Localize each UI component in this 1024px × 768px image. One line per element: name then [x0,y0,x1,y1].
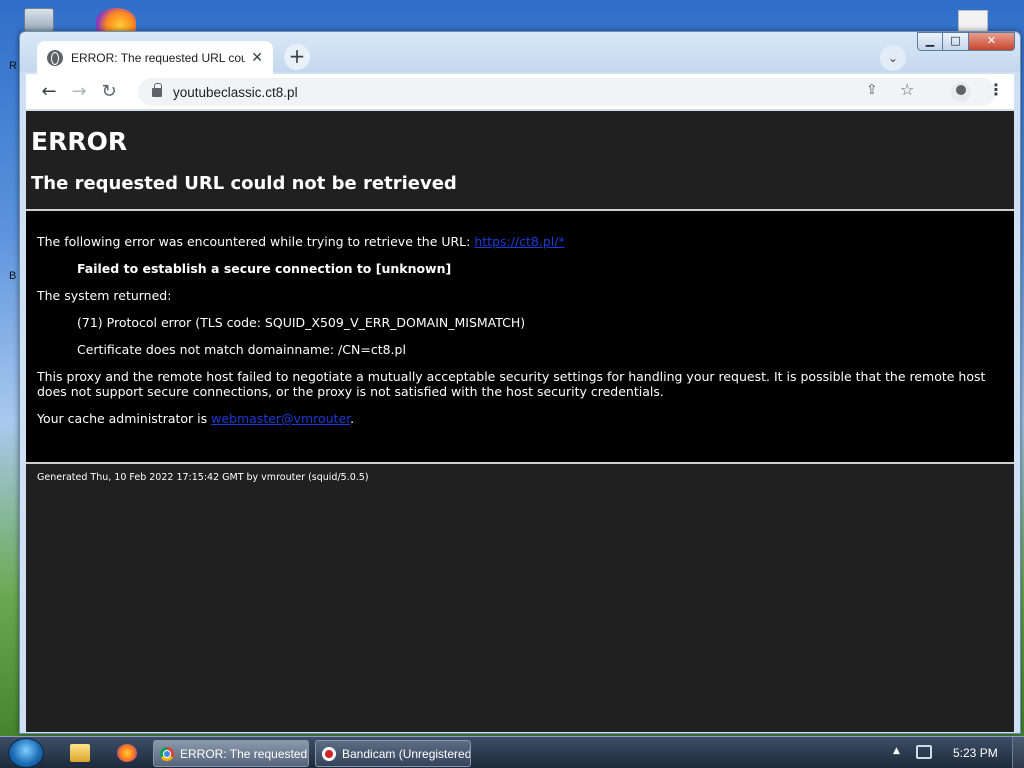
system-returned-label: The system returned: [37,288,172,303]
taskbar-item-chrome[interactable]: ERROR: The requested URL could not be re… [153,740,309,767]
tab-error-page[interactable]: ERROR: The requested URL could not be re… [37,41,273,74]
tab-search-button[interactable]: ⌄ [880,45,906,71]
page-title: ERROR [31,127,128,156]
address-bar[interactable]: youtubeclassic.ct8.pl ⇪ ☆ [138,78,996,106]
browser-window: ERROR: The requested URL could not be re… [19,31,1021,734]
tray-expand-icon[interactable]: ▲ [893,746,900,756]
reload-button[interactable]: ↻ [94,81,124,102]
maximize-button[interactable]: □ [943,32,969,51]
taskbar: ERROR: The requested URL could not be re… [0,736,1024,768]
new-tab-button[interactable]: + [284,44,310,70]
url-text[interactable]: youtubeclassic.ct8.pl [173,85,298,100]
page-footer: Generated Thu, 10 Feb 2022 17:15:42 GMT … [37,472,369,483]
window-controls: ▁ □ ✕ [917,32,1015,51]
close-button[interactable]: ✕ [969,32,1015,51]
taskbar-item-bandicam[interactable]: Bandicam (Unregistered) [315,740,471,767]
certificate-error: Certificate does not match domainname: /… [77,342,406,357]
page-subtitle: The requested URL could not be retrieved [31,173,457,194]
desktop-icon-label: B [9,270,17,282]
minimize-button[interactable]: ▁ [917,32,943,51]
error-explanation: This proxy and the remote host failed to… [37,369,986,399]
explorer-icon[interactable] [70,744,90,762]
error-intro: The following error was encountered whil… [37,234,565,249]
chrome-icon [160,746,174,761]
tab-title: ERROR: The requested URL could not be re… [70,50,246,65]
back-button[interactable]: ← [34,81,64,102]
taskbar-item-label: ERROR: The requested URL could not be re… [180,746,308,761]
tab-close-icon[interactable]: ✕ [251,50,263,66]
taskbar-item-label: Bandicam (Unregistered) [342,746,471,761]
record-icon [322,746,336,761]
cache-admin-end: . [350,411,355,426]
requested-url-link[interactable]: https://ct8.pl/* [474,234,564,249]
divider [26,462,1014,464]
cache-admin: Your cache administrator is webmaster@vm… [37,411,354,426]
protocol-error: (71) Protocol error (TLS code: SQUID_X50… [77,315,526,330]
error-page: ERROR The requested URL could not be ret… [26,111,1014,732]
error-content: The following error was encountered whil… [26,211,1014,462]
error-reason: Failed to establish a secure connection … [77,261,452,276]
clock[interactable]: 5:23 PM [953,746,998,760]
desktop-icon-label: R [9,60,17,72]
cache-admin-text: Your cache administrator is [37,411,212,426]
forward-button[interactable]: → [64,81,94,102]
globe-icon [47,49,63,66]
menu-icon[interactable]: ⋮ [988,80,1004,99]
browser-toolbar: ← → ↻ youtubeclassic.ct8.pl ⇪ ☆ ⋮ [26,74,1014,110]
profile-icon[interactable] [951,82,971,102]
start-button[interactable] [8,738,44,768]
firefox-taskbar-icon[interactable] [117,744,137,762]
lock-icon[interactable] [152,82,162,97]
admin-email-link[interactable]: webmaster@vmrouter [211,411,350,426]
network-icon[interactable] [916,745,932,759]
bookmark-star-icon[interactable]: ☆ [900,80,914,99]
error-intro-text: The following error was encountered whil… [37,234,475,249]
share-icon[interactable]: ⇪ [866,82,878,98]
show-desktop-button[interactable] [1012,737,1024,768]
